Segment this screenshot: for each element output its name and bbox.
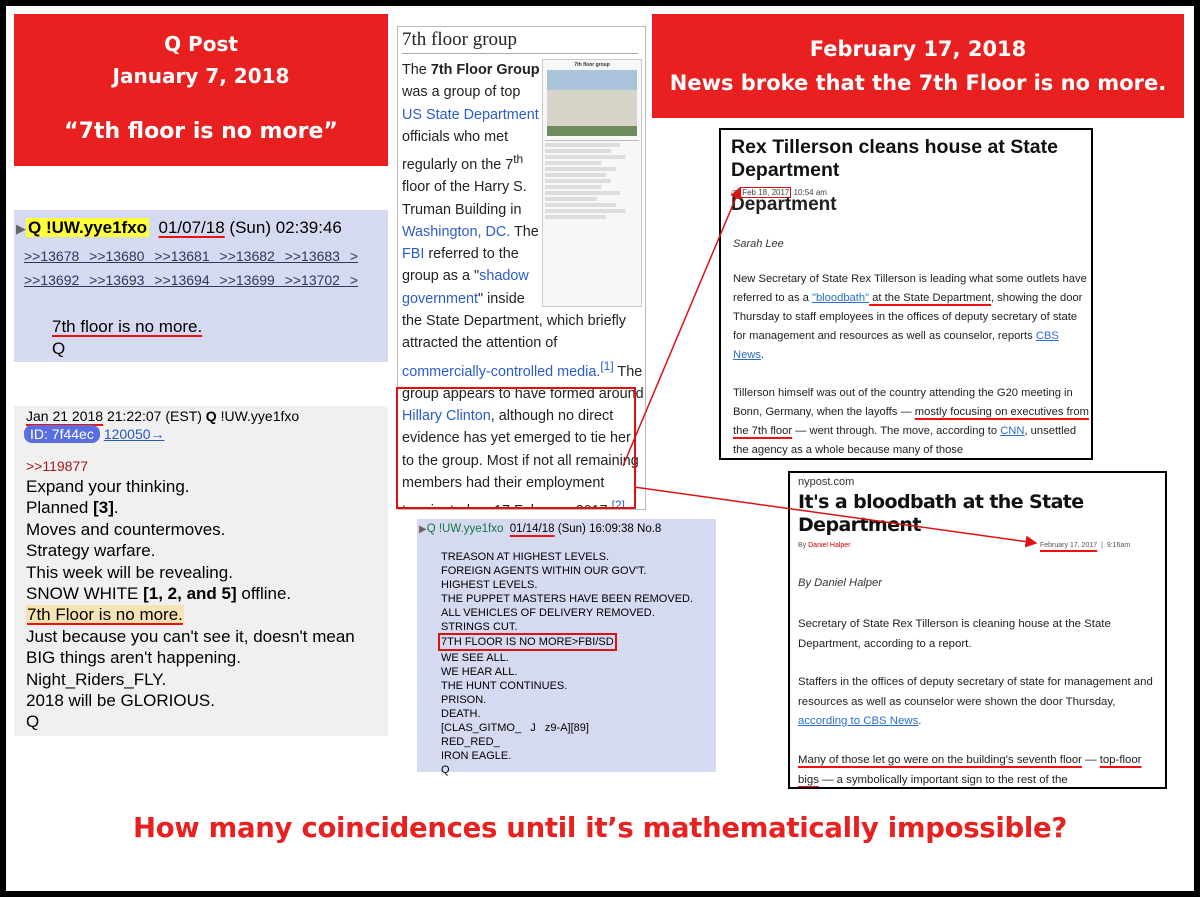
- arrow-to-article1-date: [622, 186, 742, 467]
- bottom-caption: How many coincidences until it’s mathema…: [132, 812, 1068, 844]
- arrow-to-article2-date: [633, 486, 1038, 548]
- slide: Q Post January 7, 2018 “7th floor is no …: [6, 6, 1194, 891]
- annotation-arrows: [622, 186, 1038, 548]
